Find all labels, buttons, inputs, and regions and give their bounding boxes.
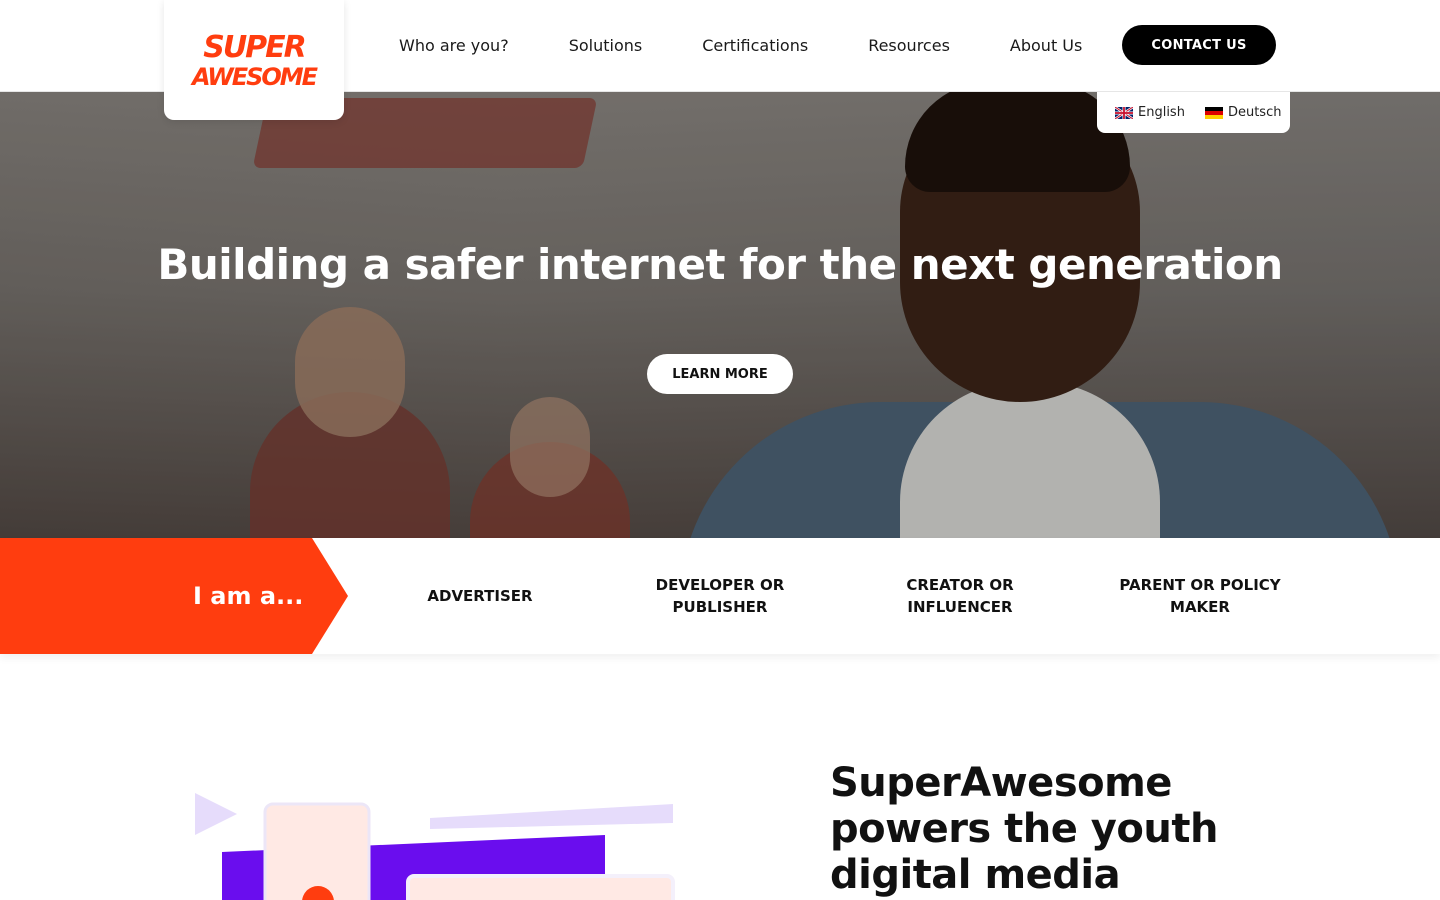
illustration-card bbox=[406, 874, 675, 900]
language-deutsch[interactable]: Deutsch bbox=[1204, 105, 1282, 120]
hero-overlay bbox=[0, 92, 1440, 538]
platform-illustration bbox=[190, 790, 680, 900]
logo-text-line1: SUPER bbox=[203, 30, 305, 65]
audience-option-creator-influencer[interactable]: CREATOR OR INFLUENCER bbox=[860, 538, 1060, 654]
contact-us-button[interactable]: CONTACT US bbox=[1122, 25, 1276, 65]
language-switcher: English Deutsch bbox=[1097, 92, 1290, 133]
audience-option-advertiser[interactable]: ADVERTISER bbox=[380, 538, 580, 654]
superawesome-logo: SUPER AWESOME bbox=[190, 30, 320, 90]
nav-item-about-us[interactable]: About Us bbox=[1010, 36, 1082, 55]
illustration-bar-shape bbox=[430, 804, 673, 829]
hero-section: Building a safer internet for the next g… bbox=[0, 92, 1440, 538]
germany-flag-icon bbox=[1204, 106, 1223, 119]
nav-item-who-are-you[interactable]: Who are you? bbox=[399, 36, 509, 55]
play-icon bbox=[195, 793, 237, 835]
language-deutsch-label: Deutsch bbox=[1227, 105, 1282, 120]
nav-item-solutions[interactable]: Solutions bbox=[569, 36, 643, 55]
audience-option-parent-policy-maker[interactable]: PARENT OR POLICY MAKER bbox=[1100, 538, 1300, 654]
logo-link[interactable]: SUPER AWESOME bbox=[164, 0, 344, 120]
audience-selector-label: I am a... bbox=[193, 582, 304, 610]
uk-flag-icon bbox=[1115, 106, 1133, 119]
nav-item-resources[interactable]: Resources bbox=[868, 36, 950, 55]
hero-title: Building a safer internet for the next g… bbox=[157, 240, 1283, 289]
logo-text-line2: AWESOME bbox=[190, 63, 319, 90]
audience-option-developer-publisher[interactable]: DEVELOPER OR PUBLISHER bbox=[620, 538, 820, 654]
platform-illustration-graphic bbox=[195, 793, 675, 900]
learn-more-button[interactable]: LEARN MORE bbox=[647, 354, 793, 394]
language-english[interactable]: English bbox=[1115, 105, 1185, 120]
section-title: SuperAwesome powers the youth digital me… bbox=[830, 760, 1218, 898]
audience-selector: I am a... ADVERTISER DEVELOPER OR PUBLIS… bbox=[0, 538, 1440, 654]
main-nav: Who are you? Solutions Certifications Re… bbox=[399, 0, 1082, 90]
nav-item-certifications[interactable]: Certifications bbox=[702, 36, 808, 55]
language-english-label: English bbox=[1138, 105, 1185, 120]
illustration-phone bbox=[263, 802, 371, 900]
